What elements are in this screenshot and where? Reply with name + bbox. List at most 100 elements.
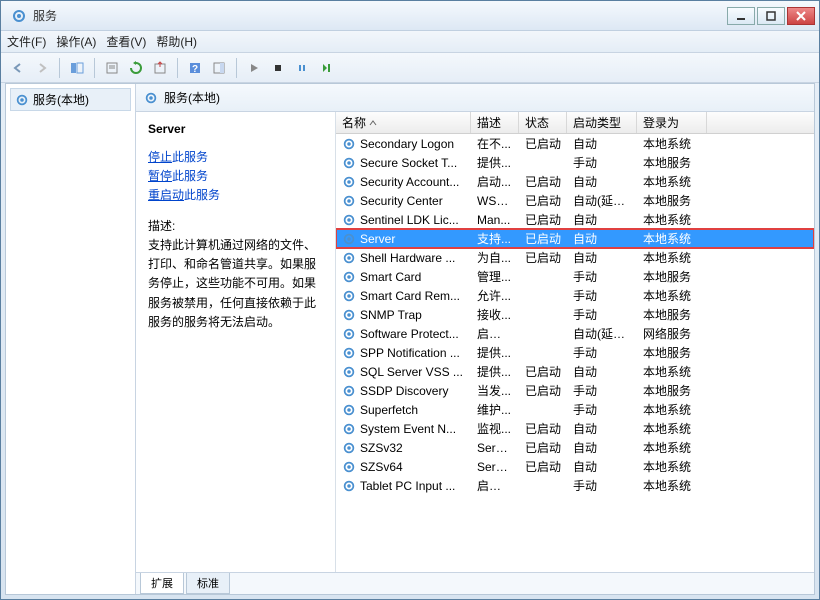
list-rows[interactable]: Secondary Logon在不...已启动自动本地系统Secure Sock… [336,134,814,572]
pause-link[interactable]: 暂停 [148,169,172,183]
service-logon: 本地系统 [637,477,707,494]
service-logon: 本地服务 [637,344,707,361]
col-startup[interactable]: 启动类型 [567,112,637,133]
start-service-button[interactable] [243,57,265,79]
service-row[interactable]: System Event N...监视...已启动自动本地系统 [336,419,814,438]
maximize-button[interactable] [757,7,785,25]
service-status: 已启动 [519,135,567,152]
service-row[interactable]: Software Protect...启用 ...自动(延迟...网络服务 [336,324,814,343]
gear-icon [342,194,356,208]
service-desc: Servi... [471,441,519,455]
service-row[interactable]: Server支持...已启动自动本地系统 [336,229,814,248]
detail-title: Server [148,122,323,136]
service-status: 已启动 [519,458,567,475]
svg-text:?: ? [192,64,198,75]
tab-standard[interactable]: 标准 [186,573,230,594]
service-startup: 自动(延迟... [567,192,637,209]
right-body: Server 停止此服务 暂停此服务 重启动此服务 描述: 支持此计算机通过网络… [136,112,814,572]
refresh-button[interactable] [125,57,147,79]
service-row[interactable]: SNMP Trap接收...手动本地服务 [336,305,814,324]
toolbar-separator [177,58,178,78]
tab-extended[interactable]: 扩展 [140,573,184,594]
service-row[interactable]: SSDP Discovery当发...已启动手动本地服务 [336,381,814,400]
service-logon: 本地服务 [637,306,707,323]
service-row[interactable]: Secure Socket T...提供...手动本地服务 [336,153,814,172]
menu-action[interactable]: 操作(A) [56,33,96,50]
service-row[interactable]: Security CenterWSC...已启动自动(延迟...本地服务 [336,191,814,210]
titlebar[interactable]: 服务 [1,1,819,31]
forward-button[interactable] [31,57,53,79]
toolbar: ? [1,53,819,83]
action-pane-button[interactable] [208,57,230,79]
service-row[interactable]: Sentinel LDK Lic...Man...已启动自动本地系统 [336,210,814,229]
gear-icon [342,403,356,417]
gear-icon [342,156,356,170]
service-startup: 手动 [567,344,637,361]
service-desc: 启用 ... [471,325,519,342]
desc-label: 描述: [148,217,323,234]
service-row[interactable]: Secondary Logon在不...已启动自动本地系统 [336,134,814,153]
service-name: Secondary Logon [360,137,454,151]
service-row[interactable]: Tablet PC Input ...启用 ...手动本地系统 [336,476,814,495]
service-desc: Man... [471,213,519,227]
back-button[interactable] [7,57,29,79]
service-startup: 自动 [567,230,637,247]
menu-file[interactable]: 文件(F) [7,33,46,50]
export-button[interactable] [149,57,171,79]
service-desc: 在不... [471,135,519,152]
service-row[interactable]: Security Account...启动...已启动自动本地系统 [336,172,814,191]
service-desc: 提供... [471,363,519,380]
restart-link[interactable]: 重启动 [148,188,184,202]
col-status[interactable]: 状态 [519,112,567,133]
properties-button[interactable] [101,57,123,79]
col-name[interactable]: 名称 [336,112,471,133]
restart-service-button[interactable] [315,57,337,79]
tree-node-services[interactable]: 服务(本地) [10,88,131,111]
service-status: 已启动 [519,363,567,380]
service-name: Superfetch [360,403,418,417]
tree-pane[interactable]: 服务(本地) [6,84,136,594]
service-row[interactable]: Smart Card管理...手动本地服务 [336,267,814,286]
service-desc: 维护... [471,401,519,418]
help-button[interactable]: ? [184,57,206,79]
service-row[interactable]: Superfetch维护...手动本地系统 [336,400,814,419]
service-startup: 自动 [567,439,637,456]
gear-icon [15,93,29,107]
service-row[interactable]: SQL Server VSS ...提供...已启动自动本地系统 [336,362,814,381]
service-row[interactable]: Smart Card Rem...允许...手动本地系统 [336,286,814,305]
service-logon: 网络服务 [637,325,707,342]
show-hide-tree-button[interactable] [66,57,88,79]
service-row[interactable]: Shell Hardware ...为自...已启动自动本地系统 [336,248,814,267]
service-row[interactable]: SPP Notification ...提供...手动本地服务 [336,343,814,362]
gear-icon [342,384,356,398]
right-header-title: 服务(本地) [164,89,220,106]
service-name: SNMP Trap [360,308,422,322]
service-startup: 自动 [567,249,637,266]
service-row[interactable]: SZSv64Servi...已启动自动本地系统 [336,457,814,476]
gear-icon [342,460,356,474]
stop-service-button[interactable] [267,57,289,79]
service-name: SZSv32 [360,441,403,455]
menu-view[interactable]: 查看(V) [106,33,146,50]
services-icon [11,8,27,24]
col-logon[interactable]: 登录为 [637,112,707,133]
service-name: System Event N... [360,422,456,436]
service-logon: 本地服务 [637,154,707,171]
close-button[interactable] [787,7,815,25]
service-logon: 本地服务 [637,192,707,209]
pause-service-button[interactable] [291,57,313,79]
sort-asc-icon [369,119,377,127]
menu-help[interactable]: 帮助(H) [156,33,197,50]
service-desc: 启用 ... [471,477,519,494]
service-status: 已启动 [519,211,567,228]
service-desc: 提供... [471,344,519,361]
col-desc[interactable]: 描述 [471,112,519,133]
stop-link[interactable]: 停止 [148,150,172,164]
gear-icon [342,441,356,455]
service-name: SZSv64 [360,460,403,474]
service-name: Server [360,232,395,246]
service-desc: 提供... [471,154,519,171]
service-row[interactable]: SZSv32Servi...已启动自动本地系统 [336,438,814,457]
minimize-button[interactable] [727,7,755,25]
service-startup: 手动 [567,382,637,399]
